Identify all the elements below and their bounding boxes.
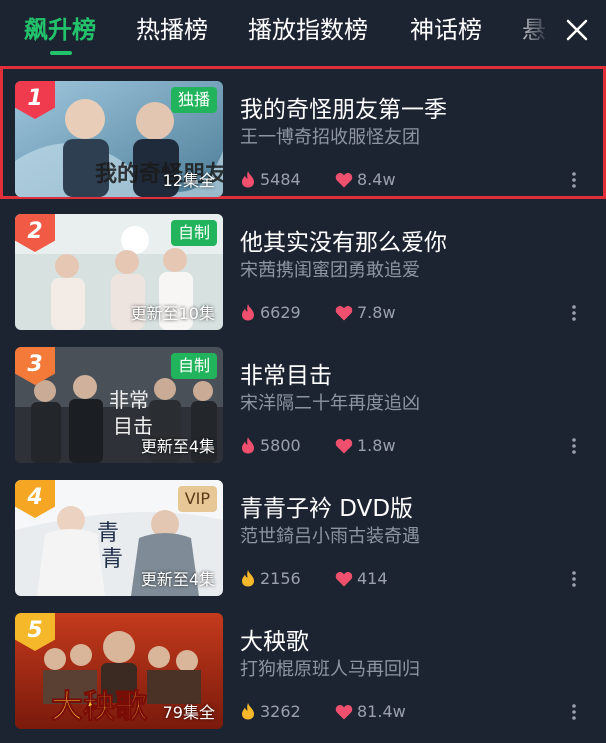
content-badge: 独播 bbox=[170, 87, 217, 113]
tab-play-index[interactable]: 播放指数榜 bbox=[248, 14, 368, 46]
svg-text:青: 青 bbox=[101, 547, 123, 572]
show-subtitle: 宋茜携闺蜜团勇敢追爱 bbox=[240, 260, 420, 281]
tab-hot[interactable]: 热播榜 bbox=[136, 14, 208, 46]
svg-text:大秧歌: 大秧歌 bbox=[51, 687, 148, 725]
show-subtitle: 宋洋隔二十年再度追凶 bbox=[240, 393, 420, 414]
show-title[interactable]: 我的奇怪朋友第一季 bbox=[240, 90, 447, 124]
list-item[interactable]: 大秧歌 5 79集全 大秧歌 打狗棍原班人马再回归 3262 81.4w bbox=[0, 598, 606, 731]
more-options-icon[interactable] bbox=[566, 303, 582, 323]
more-options-icon[interactable] bbox=[566, 702, 582, 722]
show-title[interactable]: 大秧歌 bbox=[240, 622, 309, 656]
likes-value: 81.4w bbox=[357, 702, 406, 721]
active-tab-indicator bbox=[50, 51, 72, 55]
likes-stat: 81.4w bbox=[335, 702, 406, 721]
heat-value: 6629 bbox=[260, 303, 301, 322]
poster-thumbnail[interactable]: 大秧歌 5 79集全 bbox=[15, 613, 223, 729]
episode-status: 更新至4集 bbox=[140, 570, 215, 589]
fire-icon bbox=[240, 170, 260, 189]
show-title[interactable]: 青青子衿 DVD版 bbox=[240, 489, 413, 523]
likes-value: 1.8w bbox=[357, 436, 396, 455]
svg-text:非常: 非常 bbox=[109, 388, 149, 412]
list-item[interactable]: 青青 4 VIP 更新至4集 青青子衿 DVD版 范世錡吕小雨古装奇遇 2156 414 bbox=[0, 465, 606, 598]
content-badge: 自制 bbox=[170, 353, 217, 379]
likes-stat: 8.4w bbox=[335, 170, 396, 189]
heat-value: 2156 bbox=[260, 569, 301, 588]
likes-value: 8.4w bbox=[357, 170, 396, 189]
list-item[interactable]: 2 自制 更新至10集 他其实没有那么爱你 宋茜携闺蜜团勇敢追爱 6629 7.8w bbox=[0, 199, 606, 332]
heat-stat: 5800 bbox=[240, 436, 301, 455]
heat-stat: 2156 bbox=[240, 569, 301, 588]
heart-icon bbox=[335, 170, 357, 189]
content-badge: VIP bbox=[177, 486, 217, 512]
show-title[interactable]: 非常目击 bbox=[240, 356, 332, 390]
show-subtitle: 打狗棍原班人马再回归 bbox=[240, 659, 420, 680]
heart-icon bbox=[335, 569, 357, 588]
likes-stat: 414 bbox=[335, 569, 388, 588]
list-item[interactable]: 非常 目击 3 自制 更新至4集 非常目击 宋洋隔二十年再度追凶 5800 1.8w bbox=[0, 332, 606, 465]
heart-icon bbox=[335, 303, 357, 322]
likes-value: 7.8w bbox=[357, 303, 396, 322]
likes-value: 414 bbox=[357, 569, 388, 588]
tab-rising[interactable]: 飙升榜 bbox=[24, 14, 96, 46]
poster-thumbnail[interactable]: 非常 目击 3 自制 更新至4集 bbox=[15, 347, 223, 463]
likes-stat: 1.8w bbox=[335, 436, 396, 455]
fire-icon bbox=[240, 303, 260, 322]
content-badge: 自制 bbox=[170, 220, 217, 246]
episode-status: 79集全 bbox=[162, 703, 215, 722]
tab-fade bbox=[510, 0, 550, 62]
show-subtitle: 王一博奇招收服怪友团 bbox=[240, 127, 420, 148]
heat-stat: 5484 bbox=[240, 170, 301, 189]
more-options-icon[interactable] bbox=[566, 569, 582, 589]
episode-status: 更新至10集 bbox=[130, 304, 215, 323]
poster-thumbnail[interactable]: 我的奇怪朋友 1 独播 12集全 bbox=[15, 81, 223, 197]
list-item[interactable]: 我的奇怪朋友 1 独播 12集全 我的奇怪朋友第一季 王一博奇招收服怪友团 5484 8.4w bbox=[0, 66, 606, 199]
likes-stat: 7.8w bbox=[335, 303, 396, 322]
heat-value: 5484 bbox=[260, 170, 301, 189]
fire-icon bbox=[240, 436, 260, 455]
heat-stat: 3262 bbox=[240, 702, 301, 721]
heart-icon bbox=[335, 436, 357, 455]
more-options-icon[interactable] bbox=[566, 170, 582, 190]
heat-value: 5800 bbox=[260, 436, 301, 455]
poster-thumbnail[interactable]: 青青 4 VIP 更新至4集 bbox=[15, 480, 223, 596]
more-options-icon[interactable] bbox=[566, 436, 582, 456]
heat-stat: 6629 bbox=[240, 303, 301, 322]
tab-bar: 飙升榜 热播榜 播放指数榜 神话榜 悬 bbox=[0, 0, 606, 62]
episode-status: 更新至4集 bbox=[140, 437, 215, 456]
heart-icon bbox=[335, 702, 357, 721]
show-title[interactable]: 他其实没有那么爱你 bbox=[240, 223, 447, 257]
show-subtitle: 范世錡吕小雨古装奇遇 bbox=[240, 526, 420, 547]
svg-text:青: 青 bbox=[97, 521, 119, 546]
fire-icon bbox=[240, 569, 260, 588]
tab-myth[interactable]: 神话榜 bbox=[410, 14, 482, 46]
heat-value: 3262 bbox=[260, 702, 301, 721]
close-icon[interactable] bbox=[563, 16, 591, 44]
episode-status: 12集全 bbox=[162, 171, 215, 190]
fire-icon bbox=[240, 702, 260, 721]
poster-thumbnail[interactable]: 2 自制 更新至10集 bbox=[15, 214, 223, 330]
